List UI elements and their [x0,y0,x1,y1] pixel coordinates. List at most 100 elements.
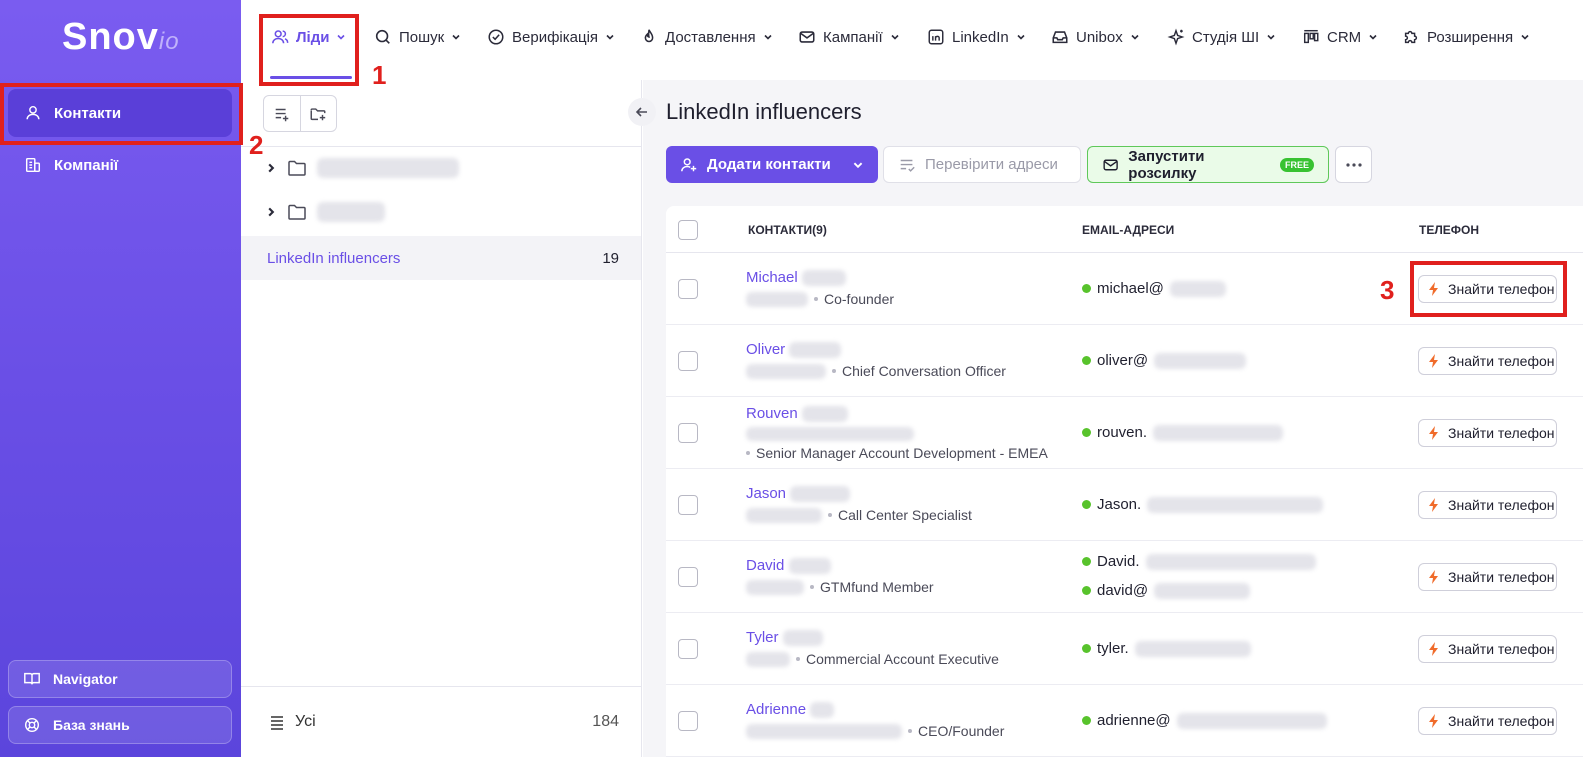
table-row[interactable]: Oliver Chief Conversation Officer oliver… [666,325,1583,397]
contact-title: CEO/Founder [746,723,1004,739]
column-phone[interactable]: ТЕЛЕФОН [1419,223,1479,237]
add-contacts-label: Додати контакти [707,156,831,173]
chevron-right-icon [268,163,275,173]
table-row[interactable]: Adrienne CEO/Founder adrienne@ Знайти те… [666,685,1583,757]
select-all-checkbox[interactable] [678,220,698,240]
contact-name-link[interactable]: Rouven [746,405,848,423]
book-icon [24,672,40,685]
create-folder-button[interactable] [299,96,337,131]
lightning-icon [1429,714,1438,728]
nav-crm[interactable]: CRM [1302,28,1378,46]
contact-title: Call Center Specialist [746,507,972,523]
nav-deliverability[interactable]: Доставлення [640,28,773,46]
table-row[interactable]: Rouven Senior Manager Account Developmen… [666,397,1583,469]
find-phone-button[interactable]: Знайти телефон [1418,275,1557,303]
mail-icon [1103,159,1118,170]
nav-linkedin[interactable]: LinkedIn [927,28,1026,46]
table-row[interactable]: Jason Call Center Specialist Jason. Знай… [666,469,1583,541]
find-phone-button[interactable]: Знайти телефон [1418,347,1557,375]
contact-title: Senior Manager Account Development - EME… [746,445,1048,461]
list-toolbar [263,95,337,132]
valid-email-dot [1082,500,1091,509]
valid-email-dot [1082,428,1091,437]
nav-leads[interactable]: Ліди [271,28,346,46]
chevron-down-icon [1267,34,1275,40]
row-checkbox[interactable] [678,495,698,515]
redacted-folder-name [317,158,459,178]
sidebar-item-contacts[interactable]: Контакти [8,89,232,137]
nav-search[interactable]: Пошук [374,28,461,46]
contact-title: Chief Conversation Officer [746,363,1006,379]
check-circle-icon [488,29,504,45]
find-phone-button[interactable]: Знайти телефон [1418,491,1557,519]
nav-extensions[interactable]: Розширення [1402,28,1530,46]
row-checkbox[interactable] [678,351,698,371]
row-checkbox[interactable] [678,711,698,731]
divider [241,146,641,147]
row-checkbox[interactable] [678,639,698,659]
folder-item[interactable] [265,202,385,222]
contact-name-link[interactable]: David [746,557,831,575]
contact-name-link[interactable]: Michael [746,269,846,287]
chevron-down-icon [853,162,863,168]
table-row[interactable]: Michael Co-founder michael@ Знайти телеф… [666,253,1583,325]
contacts-table: КОНТАКТИ(9) EMAIL-АДРЕСИ ТЕЛЕФОН Michael… [666,206,1583,757]
email-address[interactable]: tyler. [1082,640,1251,657]
email-address[interactable]: oliver@ [1082,352,1247,369]
contact-name-link[interactable]: Jason [746,485,851,503]
knowledge-base-button[interactable]: База знань [8,706,232,744]
contact-name-link[interactable]: Tyler [746,629,823,647]
snov-logo[interactable]: Snovio [62,16,180,59]
nav-verification[interactable]: Верифікація [487,28,615,46]
row-checkbox[interactable] [678,279,698,299]
find-phone-button[interactable]: Знайти телефон [1418,635,1557,663]
nav-label: Доставлення [665,28,756,46]
collapse-panel-button[interactable] [628,98,656,126]
more-actions-button[interactable] [1335,146,1372,183]
find-phone-button[interactable]: Знайти телефон [1418,707,1557,735]
sidebar-item-companies[interactable]: Компанії [8,141,232,189]
add-contacts-button[interactable]: Додати контакти [666,146,878,183]
navigator-button[interactable]: Navigator [8,660,232,698]
table-row[interactable]: Tyler Commercial Account Executive tyler… [666,613,1583,685]
nav-unibox[interactable]: Unibox [1051,28,1140,46]
annotation-number-2: 2 [249,130,264,160]
nav-label: CRM [1327,28,1362,46]
valid-email-dot [1082,716,1091,725]
email-address[interactable]: David. [1082,553,1316,570]
launch-campaign-label: Запустити розсилку [1128,147,1205,182]
contact-name-link[interactable]: Adrienne [746,701,835,719]
free-badge: FREE [1279,157,1314,172]
column-contacts[interactable]: КОНТАКТИ(9) [748,223,827,237]
all-contacts-item[interactable]: Усі 184 [241,686,641,757]
email-address[interactable]: michael@ [1082,280,1226,297]
contact-name-link[interactable]: Oliver [746,341,842,359]
create-list-button[interactable] [264,96,300,131]
email-address[interactable]: adrienne@ [1082,712,1327,729]
folder-item[interactable] [265,158,459,178]
navigator-label: Navigator [53,671,118,687]
row-checkbox[interactable] [678,423,698,443]
nav-label: Кампанії [823,28,883,46]
lightning-icon [1429,282,1438,296]
email-address[interactable]: rouven. [1082,424,1284,441]
table-row[interactable]: David GTMfund Member David. david@ Знайт… [666,541,1583,613]
verify-addresses-button[interactable]: Перевірити адреси [883,146,1081,183]
folder-icon [288,204,306,220]
verify-addresses-label: Перевірити адреси [925,156,1058,173]
nav-ai-studio[interactable]: Студія ШІ [1167,28,1276,46]
knowledge-base-label: База знань [53,717,130,733]
column-emails[interactable]: EMAIL-АДРЕСИ [1082,223,1174,237]
find-phone-button[interactable]: Знайти телефон [1418,419,1557,447]
email-address[interactable]: Jason. [1082,496,1324,513]
email-address[interactable]: david@ [1082,582,1251,599]
chevron-down-icon [1017,34,1025,40]
list-item-linkedin-influencers[interactable]: LinkedIn influencers 19 [241,236,641,280]
nav-campaigns[interactable]: Кампанії [798,28,900,46]
launch-campaign-button[interactable]: Запустити розсилку FREE [1087,146,1329,183]
nav-label: Unibox [1076,28,1123,46]
find-phone-button[interactable]: Знайти телефон [1418,563,1557,591]
add-user-icon [681,157,697,171]
table-header: КОНТАКТИ(9) EMAIL-АДРЕСИ ТЕЛЕФОН [666,206,1583,253]
row-checkbox[interactable] [678,567,698,587]
